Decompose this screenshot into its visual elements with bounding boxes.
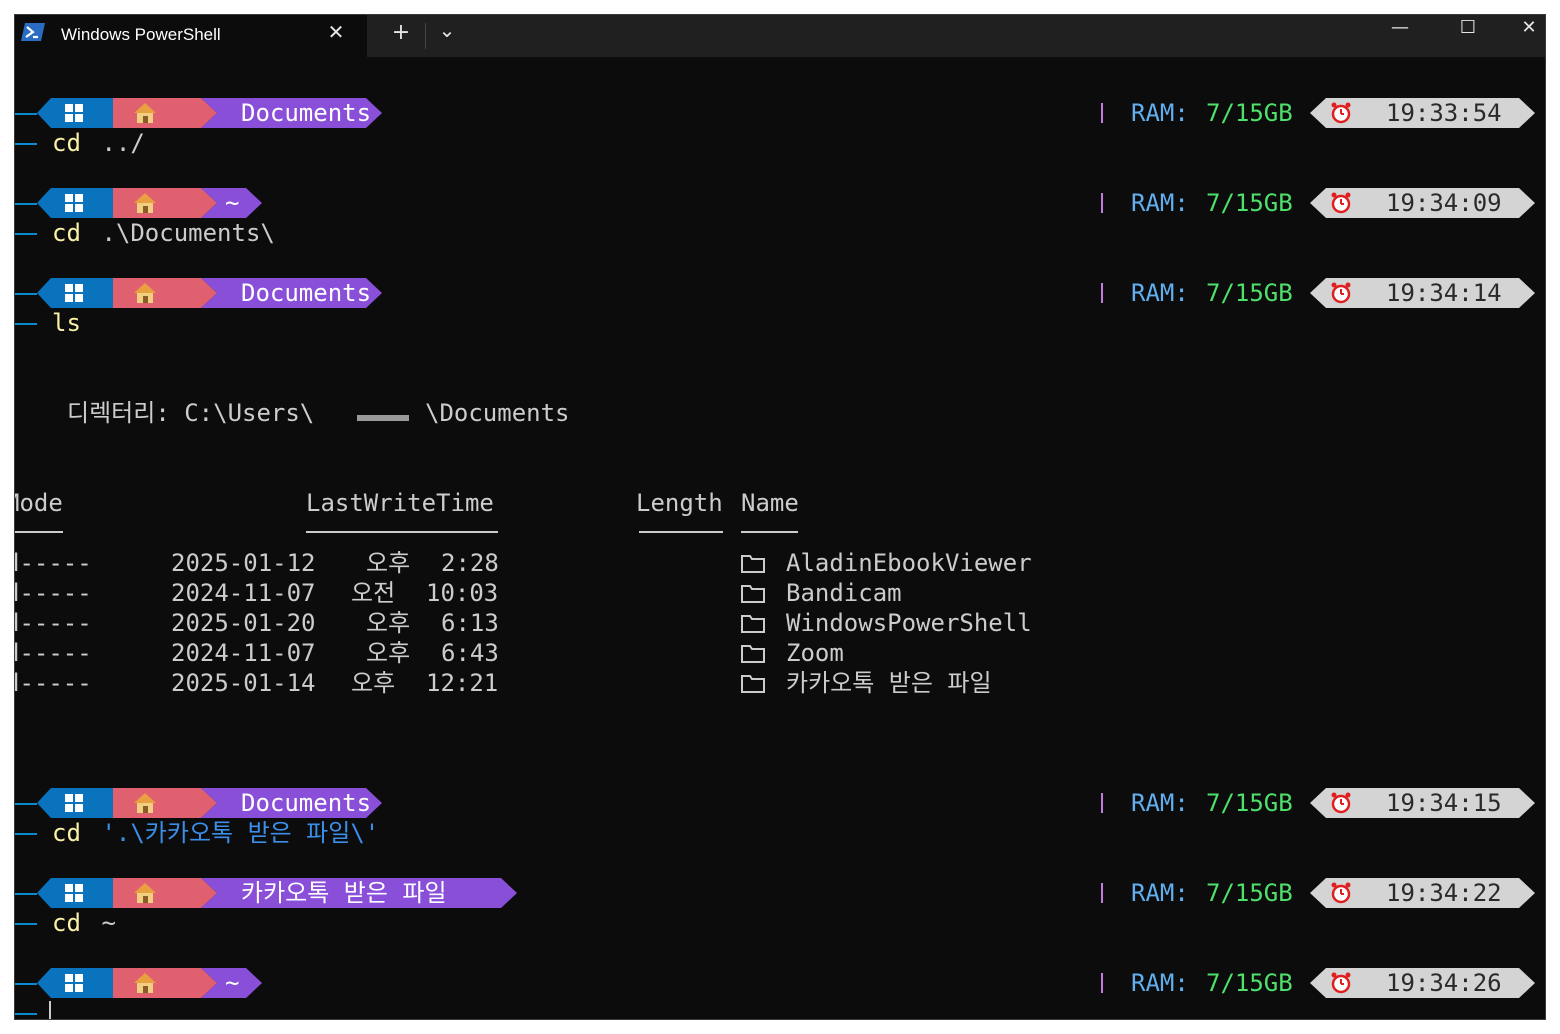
directory-label: 디렉터리: C:\Users\ [67,399,315,427]
alarm-clock-icon [1330,282,1352,304]
tab-windows-powershell[interactable]: Windows PowerShell ✕ [15,15,367,57]
dropdown-chevron-icon[interactable]: ⌄ [427,15,467,57]
command-name: ls [52,309,81,337]
powershell-icon [21,23,45,41]
tab-separator [425,23,426,49]
ram-value: 7/15GB [1206,189,1293,217]
alarm-clock-icon [1330,972,1352,994]
command-name: cd [52,909,81,937]
folder-icon [741,585,765,603]
windows-logo-icon [65,194,83,212]
windows-logo-icon [65,974,83,992]
ram-value: 7/15GB [1206,879,1293,907]
alarm-clock-icon [1330,792,1352,814]
ram-value: 7/15GB [1206,789,1293,817]
ram-value: 7/15GB [1206,279,1293,307]
windows-logo-icon [65,794,83,812]
tab-title: Windows PowerShell [61,25,221,44]
header-length: Length [636,489,723,517]
house-icon [133,971,157,995]
redacted-username [357,415,409,421]
powershell-window: Windows PowerShell ✕ + ⌄ — ☐ ✕ Documents [15,15,1545,1019]
house-icon [133,881,157,905]
windows-segment [37,188,113,218]
clock-segment: 19:34:26 [1310,968,1535,998]
text-cursor[interactable] [49,1001,51,1019]
alarm-clock-icon [1330,102,1352,124]
folder-icon [741,555,765,573]
prompt-time: 19:34:15 [1386,789,1502,817]
command-argument: ../ [87,129,145,157]
command-name: cd [52,819,81,847]
ram-label: RAM: [1131,969,1189,997]
header-mode: Mode [15,489,63,517]
folder-icon [741,675,765,693]
close-tab-icon[interactable]: ✕ [325,22,347,44]
ram-label: RAM: [1131,99,1189,127]
alarm-clock-icon [1330,192,1352,214]
house-icon [133,101,157,125]
command-name: cd [52,129,81,157]
folder-icon [741,645,765,663]
windows-logo-icon [65,104,83,122]
header-lastwritetime: LastWriteTime [306,489,494,517]
path-segment: 카카오톡 받은 파일 [201,878,517,908]
ram-value: 7/15GB [1206,99,1293,127]
windows-segment [37,788,113,818]
path-segment: Documents [201,278,382,308]
home-segment [113,788,217,818]
ram-label: RAM: [1131,279,1189,307]
clock-segment: 19:34:14 [1310,278,1535,308]
new-tab-button[interactable]: + [381,15,421,57]
home-segment [113,878,217,908]
clock-segment: 19:34:15 [1310,788,1535,818]
windows-logo-icon [65,884,83,902]
command-name: cd [52,219,81,247]
close-window-button[interactable]: ✕ [1513,15,1545,47]
path-segment: Documents [201,788,382,818]
alarm-clock-icon [1330,882,1352,904]
windows-segment [37,98,113,128]
ram-label: RAM: [1131,879,1189,907]
windows-segment [37,968,113,998]
house-icon [133,791,157,815]
minimize-button[interactable]: — [1377,15,1423,47]
folder-icon [741,615,765,633]
ram-label: RAM: [1131,189,1189,217]
path-segment: Documents [201,98,382,128]
windows-segment [37,878,113,908]
home-segment [113,278,217,308]
clock-segment: 19:33:54 [1310,98,1535,128]
header-name: Name [741,489,799,517]
command-argument: '.\카카오톡 받은 파일\' [87,819,380,847]
command-argument: .\Documents\ [87,219,275,247]
clock-segment: 19:34:22 [1310,878,1535,908]
terminal-output[interactable]: Documents RAM: 7/15GB 19:33:54 cd ../ ~ … [15,57,1545,1019]
prompt-time: 19:34:26 [1386,969,1502,997]
command-argument: ~ [87,909,116,937]
prompt-time: 19:34:09 [1386,189,1502,217]
windows-segment [37,278,113,308]
ram-label: RAM: [1131,789,1189,817]
home-segment [113,968,217,998]
ram-value: 7/15GB [1206,969,1293,997]
title-bar: Windows PowerShell ✕ + ⌄ — ☐ ✕ [15,15,1545,57]
clock-segment: 19:34:09 [1310,188,1535,218]
maximize-button[interactable]: ☐ [1445,15,1491,47]
house-icon [133,281,157,305]
directory-suffix: \Documents [425,399,570,427]
prompt-time: 19:34:22 [1386,879,1502,907]
prompt-time: 19:34:14 [1386,279,1502,307]
house-icon [133,191,157,215]
home-segment [113,98,217,128]
windows-logo-icon [65,284,83,302]
prompt-time: 19:33:54 [1386,99,1502,127]
home-segment [113,188,217,218]
